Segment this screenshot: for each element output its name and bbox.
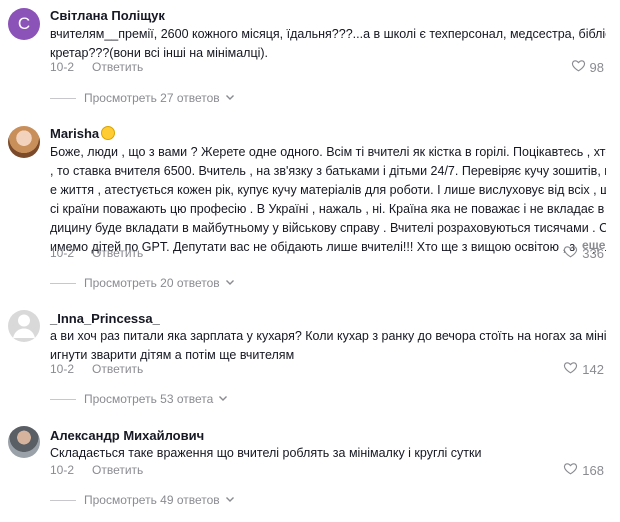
heart-icon [563,461,578,479]
view-replies-label: Просмотреть 49 ответов [84,493,220,507]
comment-date: 10-2 [50,463,75,477]
comment-username[interactable]: _Inna_Princessa_ [50,311,160,326]
like-button[interactable]: 98 [571,58,604,76]
heart-icon [563,360,578,378]
like-count: 142 [582,361,604,377]
username-text: Marisha [50,126,100,141]
comment-text-line: вчителям__премії, 2600 кожного місяця, ї… [50,27,606,41]
reply-button[interactable]: Ответить [92,463,143,477]
avatar-letter: С [17,14,31,33]
comment-username[interactable]: Marisha [50,126,116,141]
chevron-down-icon [220,91,235,105]
comment-username[interactable]: Александр Михайлович [50,428,204,443]
like-button[interactable]: 168 [563,461,604,479]
comment-date: 10-2 [50,246,75,260]
divider-line [50,97,76,99]
comment-text-line: Боже, люди , що з вами ? Жерете одне одн… [50,145,606,159]
comment-text-line: сі країни поважають цю професію . В Укра… [50,202,606,216]
view-replies-button[interactable]: Просмотреть 20 ответов [50,276,235,290]
comment-date: 10-2 [50,60,75,74]
divider-line [50,398,76,400]
comment-text-line: дицину буде вкладати в майбутньому у вій… [50,221,606,235]
view-replies-label: Просмотреть 27 ответов [84,91,220,105]
like-count: 168 [582,462,604,478]
comment-text-line: е життя , атестується кожен рік, купує к… [50,183,606,197]
default-user-icon [8,310,40,342]
divider-line [50,282,76,284]
avatar[interactable]: С [8,8,40,40]
avatar[interactable] [8,126,40,158]
heart-icon [563,244,578,262]
comment-date: 10-2 [50,362,75,376]
chevron-down-icon [220,493,235,507]
like-button[interactable]: 142 [563,360,604,378]
comment-text-line: Складається таке враження що вчителі роб… [50,446,482,460]
view-replies-button[interactable]: Просмотреть 49 ответов [50,493,235,507]
view-replies-button[interactable]: Просмотреть 27 ответов [50,91,235,105]
comment-username[interactable]: Світлана Поліщук [50,8,165,23]
comment-text-line: а ви хоч раз питали яка зарплата у кухар… [50,329,606,343]
divider-line [50,499,76,501]
like-count: 336 [582,245,604,261]
comment-text: а ви хоч раз питали яка зарплата у кухар… [50,327,606,365]
like-count: 98 [589,59,604,75]
smiley-emoji-icon [101,126,116,140]
heart-icon [571,58,586,76]
reply-button[interactable]: Ответить [92,246,143,260]
comment-text-line: , то ставка вчителя 6500. Вчитель , на з… [50,164,606,178]
avatar[interactable] [8,310,40,342]
view-replies-button[interactable]: Просмотреть 53 ответа [50,392,228,406]
comment-text: Боже, люди , що з вами ? Жерете одне одн… [50,143,606,257]
avatar[interactable] [8,426,40,458]
chevron-down-icon [220,276,235,290]
reply-button[interactable]: Ответить [92,362,143,376]
view-replies-label: Просмотреть 53 ответа [84,392,214,406]
like-button[interactable]: 336 [563,244,604,262]
comment-text: Складається таке враження що вчителі роб… [50,444,606,463]
chevron-down-icon [213,392,228,406]
view-replies-label: Просмотреть 20 ответов [84,276,220,290]
comment-text: вчителям__премії, 2600 кожного місяця, ї… [50,25,606,63]
reply-button[interactable]: Ответить [92,60,143,74]
